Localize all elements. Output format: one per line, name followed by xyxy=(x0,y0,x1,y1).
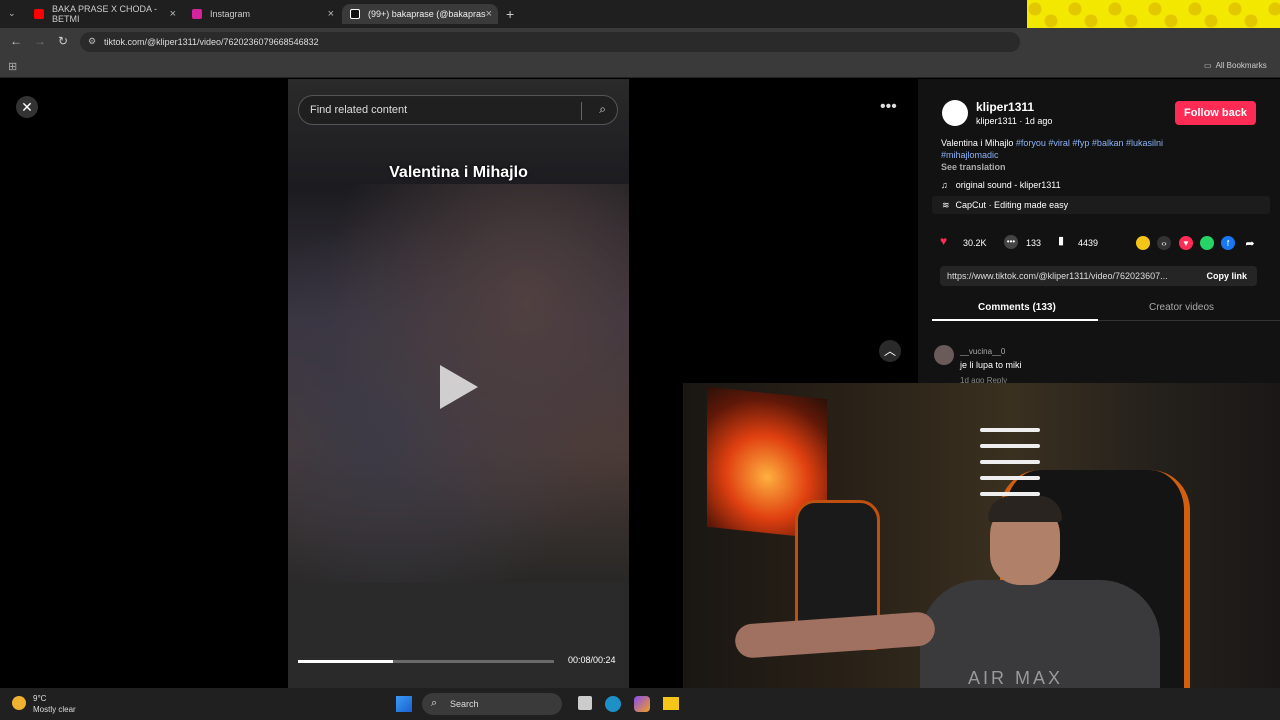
whatsapp-icon[interactable] xyxy=(1200,236,1214,250)
address-bar[interactable]: ⚙ tiktok.com/@kliper1311/video/762023607… xyxy=(80,32,1020,52)
menu-line xyxy=(980,444,1040,448)
capcut-label: CapCut · Editing made easy xyxy=(955,200,1069,210)
sound-label: original sound - kliper1311 xyxy=(955,180,1061,190)
follow-back-button[interactable]: Follow back xyxy=(1175,101,1256,125)
all-bookmarks[interactable]: ▭ All Bookmarks xyxy=(1204,61,1267,70)
progress-fill xyxy=(298,660,393,663)
menu-line xyxy=(980,428,1040,432)
send-icon[interactable]: ▼ xyxy=(1179,236,1193,250)
comment-text: je li lupa to miki xyxy=(960,360,1022,370)
new-tab-icon[interactable]: + xyxy=(506,6,514,22)
tab-search-icon[interactable]: ⌄ xyxy=(8,8,16,19)
close-icon[interactable]: × xyxy=(328,8,334,20)
menu-line xyxy=(980,460,1040,464)
caption-line-1: Valentina i Mihajlo #foryou #viral #fyp … xyxy=(941,138,1163,148)
comment-icon[interactable]: ••• xyxy=(1004,235,1018,249)
previous-video-icon[interactable]: ︿ xyxy=(879,340,901,362)
copilot-icon[interactable] xyxy=(634,696,650,712)
play-icon[interactable] xyxy=(440,365,478,409)
close-icon[interactable]: × xyxy=(170,8,176,20)
hashtag-mihajlomadic[interactable]: #mihajlomadic xyxy=(941,150,999,160)
capcut-row[interactable]: ≋ CapCut · Editing made easy xyxy=(932,196,1270,214)
tab-title: BAKA PRASE X CHODA - BETMI xyxy=(52,4,158,24)
tab-creator-videos[interactable]: Creator videos xyxy=(1149,302,1214,313)
see-translation-link[interactable]: See translation xyxy=(941,162,1006,172)
search-icon: ⌕ xyxy=(431,697,438,709)
weather-text: Mostly clear xyxy=(33,705,76,714)
creator-username[interactable]: kliper1311 xyxy=(976,100,1034,114)
close-icon[interactable]: × xyxy=(486,8,492,20)
reload-icon[interactable]: ↻ xyxy=(58,34,68,48)
tab-tiktok[interactable]: (99+) bakaprase (@bakaprase) | × xyxy=(342,4,498,24)
apps-grid-icon[interactable]: ⊞ xyxy=(8,60,17,73)
weather-icon[interactable] xyxy=(12,696,26,710)
share-arrow-icon[interactable]: ➦ xyxy=(1243,236,1257,250)
related-search-input[interactable]: Find related content ⌕ xyxy=(298,95,618,125)
video-timecode: 00:08/00:24 xyxy=(568,655,616,665)
caption-text: Valentina i Mihajlo xyxy=(941,138,1014,148)
task-view-icon[interactable] xyxy=(578,696,592,710)
facebook-icon[interactable]: f xyxy=(1221,236,1235,250)
heart-icon[interactable]: ♥ xyxy=(940,234,960,252)
search-placeholder: Find related content xyxy=(310,104,408,116)
tab-comments[interactable]: Comments (133) xyxy=(978,302,1056,313)
tab-title: Instagram xyxy=(210,9,251,19)
likes-count: 30.2K xyxy=(963,238,987,248)
commenter-avatar[interactable] xyxy=(934,345,954,365)
streamer-hair xyxy=(988,496,1062,522)
active-tab-indicator xyxy=(932,319,1098,321)
capcut-icon: ≋ xyxy=(942,199,950,210)
weather-temp: 9°C xyxy=(33,694,47,703)
video-progress-bar[interactable] xyxy=(298,660,554,663)
url-text: tiktok.com/@kliper1311/video/76202360796… xyxy=(104,37,319,47)
music-note-icon: ♫ xyxy=(941,180,948,190)
video-lower-blur xyxy=(288,583,629,688)
folder-icon: ▭ xyxy=(1204,61,1212,70)
video-link[interactable]: https://www.tiktok.com/@kliper1311/video… xyxy=(947,271,1168,281)
hashtags[interactable]: #foryou #viral #fyp #balkan #lukasilni xyxy=(1016,138,1163,148)
link-field: https://www.tiktok.com/@kliper1311/video… xyxy=(940,266,1257,286)
video-caption-overlay: Valentina i Mihajlo xyxy=(389,164,528,181)
taskbar-search[interactable]: ⌕ Search xyxy=(422,693,562,715)
search-divider xyxy=(581,102,582,120)
forward-icon[interactable]: → xyxy=(34,34,46,48)
bookmarks-bar xyxy=(0,56,1280,78)
shirt-print: AIR MAX xyxy=(968,668,1064,688)
all-bookmarks-label: All Bookmarks xyxy=(1215,61,1267,70)
saves-count: 4439 xyxy=(1078,238,1099,248)
sound-row[interactable]: ♫ original sound - kliper1311 xyxy=(941,180,1061,190)
site-info-icon[interactable]: ⚙ xyxy=(88,36,96,47)
youtube-icon xyxy=(34,9,44,19)
windows-start-icon[interactable] xyxy=(396,696,412,712)
back-icon[interactable]: ← xyxy=(10,34,22,48)
tab-title: (99+) bakaprase (@bakaprase) | xyxy=(368,9,486,19)
more-options-icon[interactable]: ••• xyxy=(880,98,897,116)
tab-youtube[interactable]: BAKA PRASE X CHODA - BETMI × xyxy=(26,4,182,24)
tab-instagram[interactable]: Instagram × xyxy=(184,4,340,24)
taskbar-search-label: Search xyxy=(450,699,479,709)
menu-line xyxy=(980,476,1040,480)
tiktok-icon xyxy=(350,9,360,19)
embed-icon[interactable]: ‹› xyxy=(1157,236,1171,250)
commenter-name[interactable]: __vucina__0 xyxy=(960,347,1005,356)
bookmark-icon[interactable]: ▮ xyxy=(1058,234,1064,247)
coin-icon[interactable] xyxy=(1136,236,1150,250)
close-video-icon[interactable]: ✕ xyxy=(16,96,38,118)
file-explorer-icon[interactable] xyxy=(663,697,679,710)
copy-link-button[interactable]: Copy link xyxy=(1206,271,1247,281)
instagram-icon xyxy=(192,9,202,19)
edge-icon[interactable] xyxy=(605,696,621,712)
creator-handle-time: kliper1311 · 1d ago xyxy=(976,116,1053,126)
comments-count: 133 xyxy=(1026,238,1042,248)
search-icon[interactable]: ⌕ xyxy=(599,102,606,117)
avatar[interactable] xyxy=(942,100,968,126)
